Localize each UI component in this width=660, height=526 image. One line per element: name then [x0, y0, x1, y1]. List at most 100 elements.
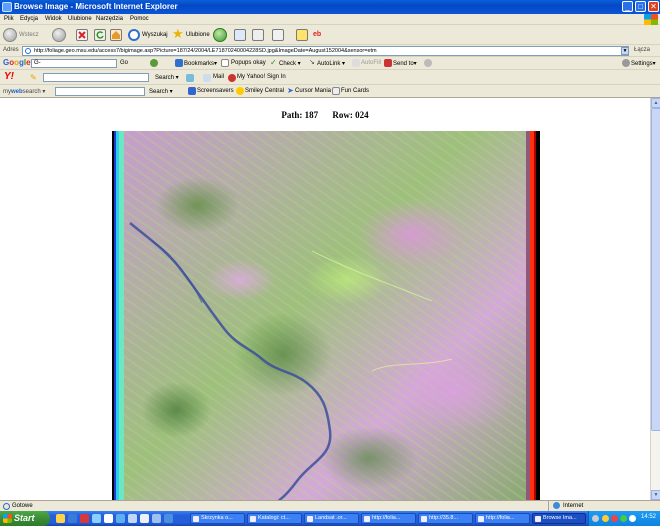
menu-help[interactable]: Pomoc	[130, 16, 149, 22]
scroll-up-icon[interactable]: ▲	[651, 98, 660, 108]
task-button-foliage-1[interactable]: http://folia...	[361, 513, 416, 524]
google-search-input[interactable]: G-	[31, 59, 117, 68]
stop-icon[interactable]	[76, 29, 88, 41]
autofill-button[interactable]: AutoFill	[361, 60, 381, 66]
my-yahoo-button[interactable]: My Yahoo!	[237, 74, 265, 80]
maximize-button[interactable]: □	[635, 1, 646, 12]
task-button-catalogs[interactable]: Katalogi: ct...	[247, 513, 302, 524]
fun-cards-button[interactable]: Fun Cards	[341, 88, 369, 94]
task-button-browse-image[interactable]: Browse Ima...	[532, 513, 586, 524]
mws-search-button[interactable]: Search ▾	[149, 88, 173, 95]
forward-icon[interactable]	[52, 28, 66, 42]
settings-icon[interactable]	[622, 59, 630, 67]
quicklaunch-app-icon[interactable]	[80, 514, 89, 523]
tray-volume-icon[interactable]	[629, 515, 636, 522]
start-button[interactable]: Start	[0, 511, 50, 526]
quicklaunch-network-icon[interactable]	[68, 514, 77, 523]
autofill-icon[interactable]	[352, 59, 360, 67]
pencil-icon[interactable]: ✎	[30, 73, 37, 82]
quicklaunch-more-icon[interactable]	[164, 514, 173, 523]
spellcheck-icon[interactable]: ✓	[270, 59, 278, 67]
quicklaunch-explorer-icon[interactable]	[92, 514, 101, 523]
send-to-icon[interactable]	[384, 59, 392, 67]
highlight-icon[interactable]	[424, 59, 432, 67]
search-icon[interactable]	[128, 29, 140, 41]
my-yahoo-icon[interactable]	[228, 74, 236, 82]
google-go-button[interactable]: Go	[120, 60, 128, 66]
close-button[interactable]: ✕	[648, 1, 659, 12]
folder-icon[interactable]	[296, 29, 308, 41]
title-bar: Browse Image - Microsoft Internet Explor…	[0, 0, 660, 14]
task-icon	[307, 516, 313, 522]
links-label[interactable]: Łącza	[634, 47, 650, 53]
send-to-button[interactable]: Send to▾	[393, 60, 417, 67]
popups-button[interactable]: Popups okay	[231, 60, 266, 66]
edit-page-icon[interactable]	[272, 29, 284, 41]
tray-app-icon-3[interactable]	[620, 515, 627, 522]
tray-app-icon-2[interactable]	[611, 515, 618, 522]
print-icon[interactable]	[252, 29, 264, 41]
menu-favorites[interactable]: Ulubione	[68, 16, 92, 22]
task-button-35[interactable]: http://35.8...	[418, 513, 473, 524]
history-icon[interactable]	[213, 28, 227, 42]
check-button[interactable]: Check ▾	[279, 60, 301, 67]
tray-arrow-icon[interactable]	[592, 515, 599, 522]
screensavers-button[interactable]: Screensavers	[197, 88, 234, 94]
menu-tools[interactable]: Narzędzia	[96, 16, 123, 22]
task-button-mail[interactable]: Skrzynka o...	[190, 513, 245, 524]
fun-cards-icon[interactable]	[332, 87, 340, 95]
cursor-icon[interactable]: ➤	[287, 87, 295, 95]
address-input[interactable]: http://foliage.geo.msu.edu/access7/bigim…	[22, 46, 629, 56]
cursor-mania-button[interactable]: Cursor Mania	[295, 88, 331, 94]
menu-file[interactable]: Plik	[4, 16, 14, 22]
minimize-button[interactable]: _	[622, 1, 633, 12]
scan-edge-right	[526, 131, 540, 500]
smiley-central-button[interactable]: Smiley Central	[245, 88, 284, 94]
smiley-icon[interactable]	[236, 87, 244, 95]
quicklaunch-extra-icon[interactable]	[152, 514, 161, 523]
menu-edit[interactable]: Edycja	[20, 16, 38, 22]
home-icon[interactable]	[110, 29, 122, 41]
quicklaunch-outlook-icon[interactable]	[140, 514, 149, 523]
popup-blocker-icon[interactable]	[221, 59, 229, 67]
mail-icon[interactable]	[234, 29, 246, 41]
yahoo-mail-button[interactable]: Mail	[213, 74, 224, 80]
menu-view[interactable]: Widok	[45, 16, 62, 22]
scroll-down-icon[interactable]: ▼	[651, 490, 660, 500]
quicklaunch-folder-icon[interactable]	[56, 514, 65, 523]
autolink-icon[interactable]: ↘	[309, 59, 317, 67]
favorites-star-icon[interactable]: ★	[172, 27, 184, 41]
yahoo-search-input[interactable]	[43, 73, 149, 82]
bookmarks-button[interactable]: Bookmarks▾	[184, 60, 217, 67]
windows-logo-icon	[644, 14, 658, 25]
yahoo-sign-in-button[interactable]: Sign In	[267, 74, 286, 80]
task-button-landsat[interactable]: Landsat .or...	[304, 513, 359, 524]
scroll-thumb[interactable]	[651, 108, 660, 431]
quicklaunch-desktop-icon[interactable]	[104, 514, 113, 523]
favorites-label[interactable]: Ulubione	[186, 32, 210, 38]
task-icon	[535, 516, 541, 522]
yahoo-logo[interactable]: Y!	[4, 71, 14, 82]
search-label[interactable]: Wyszukaj	[142, 32, 168, 38]
mywebsearch-logo[interactable]: mywebsearch ▾	[3, 88, 45, 95]
vertical-scrollbar[interactable]: ▲ ▼	[650, 98, 660, 500]
yahoo-search-button[interactable]: Search ▾	[155, 74, 179, 81]
refresh-icon[interactable]	[94, 29, 106, 41]
clock[interactable]: 14:52	[641, 514, 656, 520]
tray-app-icon-1[interactable]	[602, 515, 609, 522]
ebay-icon[interactable]: eb	[313, 31, 321, 38]
task-button-foliage-2[interactable]: http://folia...	[475, 513, 530, 524]
mywebsearch-input[interactable]	[55, 87, 145, 96]
row-label: Row: 024	[332, 110, 369, 120]
bookmark-star-icon[interactable]	[175, 59, 183, 67]
quicklaunch-ie-icon[interactable]	[128, 514, 137, 523]
back-label[interactable]: Wstecz	[19, 32, 39, 38]
address-dropdown-icon[interactable]: ▼	[621, 47, 629, 55]
yahoo-bookmark-icon[interactable]	[186, 74, 194, 82]
back-icon[interactable]	[3, 28, 17, 42]
yahoo-mail-icon[interactable]	[203, 74, 211, 82]
quicklaunch-media-icon[interactable]	[116, 514, 125, 523]
autolink-button[interactable]: AutoLink ▾	[317, 60, 345, 67]
settings-button[interactable]: Settings▾	[631, 60, 656, 67]
screensavers-icon[interactable]	[188, 87, 196, 95]
